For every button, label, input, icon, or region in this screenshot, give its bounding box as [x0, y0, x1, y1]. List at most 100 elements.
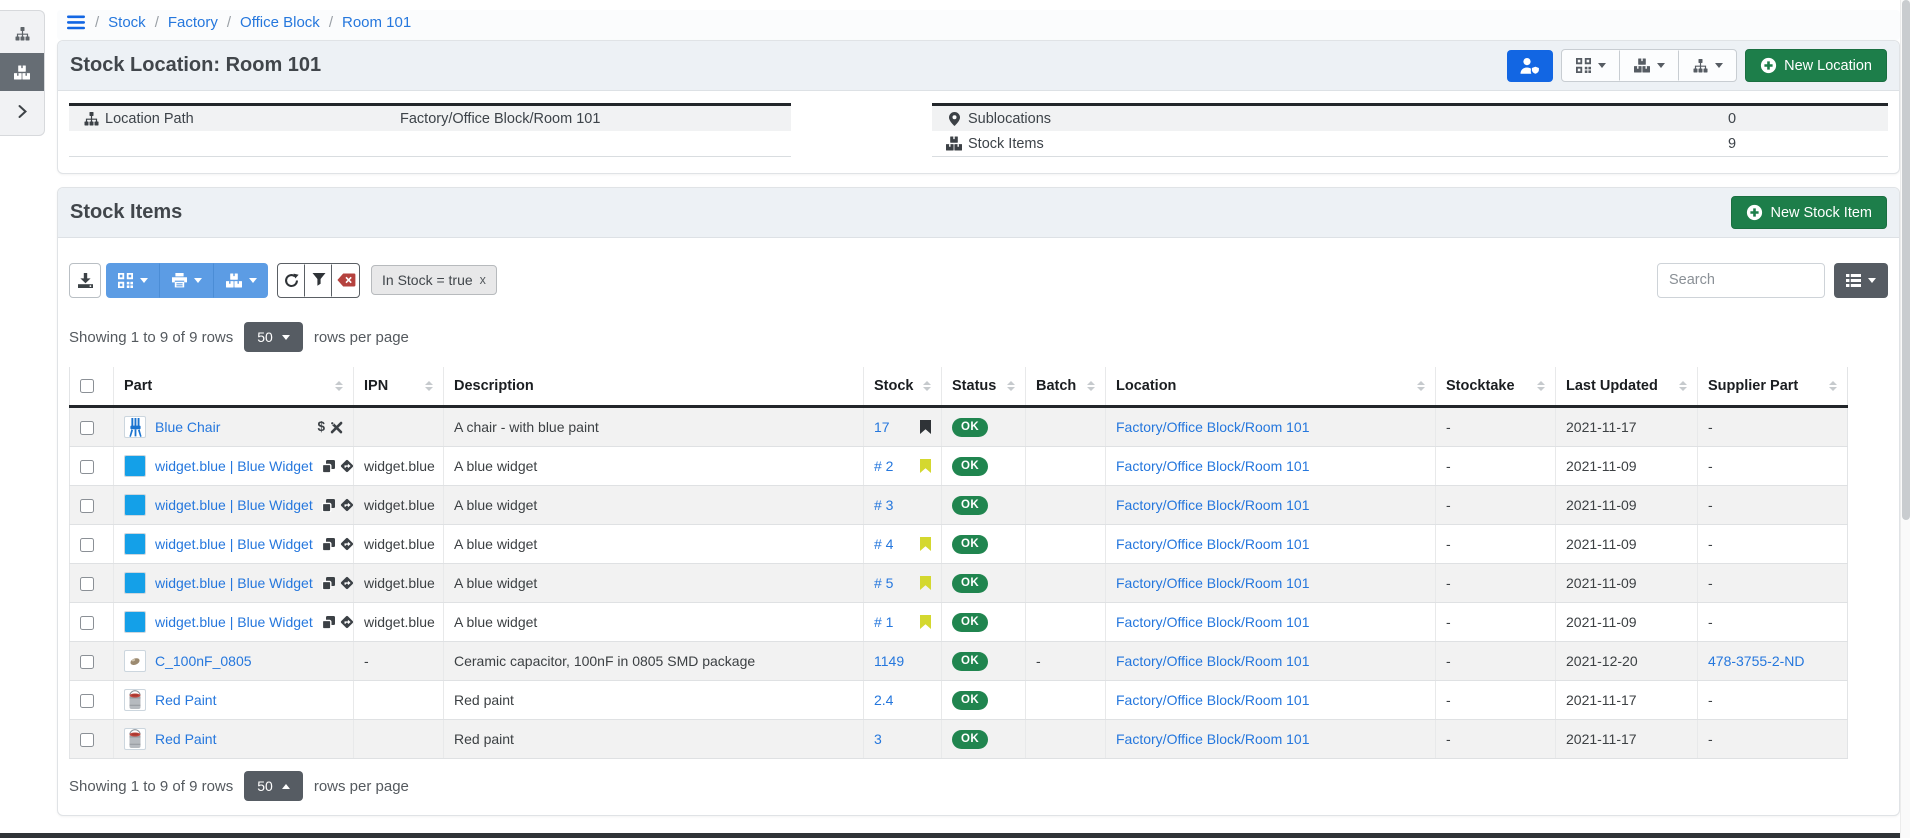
- sort-icon[interactable]: [1007, 381, 1015, 392]
- row-checkbox[interactable]: [80, 655, 94, 669]
- refresh-icon: [284, 273, 299, 288]
- select-cell: [70, 486, 114, 525]
- select-all-checkbox[interactable]: [80, 379, 94, 393]
- scrollbar-thumb[interactable]: [1902, 0, 1910, 520]
- column-header-part[interactable]: Part: [114, 367, 354, 407]
- part-link[interactable]: C_100nF_0805: [155, 653, 252, 669]
- breadcrumb-link[interactable]: Factory: [168, 14, 218, 31]
- stock-link[interactable]: 1149: [874, 653, 904, 669]
- scrollbar[interactable]: [1900, 0, 1910, 838]
- search-input[interactable]: [1657, 263, 1825, 298]
- admin-button[interactable]: [1507, 50, 1553, 82]
- part-link[interactable]: widget.blue | Blue Widget: [155, 497, 313, 513]
- new-stock-item-button[interactable]: New Stock Item: [1731, 196, 1887, 229]
- stock-link[interactable]: # 4: [874, 536, 893, 552]
- refresh-button[interactable]: [278, 264, 305, 297]
- page-size-dropdown[interactable]: 50: [244, 322, 303, 352]
- part-link[interactable]: widget.blue | Blue Widget: [155, 575, 313, 591]
- supplier-part-link[interactable]: 478-3755-2-ND: [1708, 653, 1805, 669]
- pagination-bottom: Showing 1 to 9 of 9 rows 50 rows per pag…: [69, 771, 1888, 801]
- column-header-batch[interactable]: Batch: [1026, 367, 1106, 407]
- column-header-stocktake[interactable]: Stocktake: [1436, 367, 1556, 407]
- page-size-dropdown[interactable]: 50: [244, 771, 303, 801]
- sort-icon[interactable]: [1537, 381, 1545, 392]
- location-actions-dropdown[interactable]: [1679, 50, 1736, 81]
- status-badge: OK: [952, 457, 988, 476]
- sort-icon[interactable]: [1417, 381, 1425, 392]
- column-header-status[interactable]: Status: [942, 367, 1026, 407]
- location-link[interactable]: Factory/Office Block/Room 101: [1116, 458, 1309, 474]
- row-checkbox[interactable]: [80, 577, 94, 591]
- row-checkbox[interactable]: [80, 460, 94, 474]
- part-attribute-icons: [322, 576, 354, 590]
- column-settings-dropdown[interactable]: [1834, 263, 1888, 298]
- new-location-button[interactable]: New Location: [1745, 49, 1887, 82]
- user-shield-icon: [1520, 58, 1540, 74]
- location-link[interactable]: Factory/Office Block/Room 101: [1116, 731, 1309, 747]
- stock-options-dropdown[interactable]: [214, 263, 268, 298]
- stock-link[interactable]: 2.4: [874, 692, 893, 708]
- column-header-ipn[interactable]: IPN: [354, 367, 444, 407]
- row-checkbox[interactable]: [80, 421, 94, 435]
- location-link[interactable]: Factory/Office Block/Room 101: [1116, 692, 1309, 708]
- print-actions-dropdown[interactable]: [160, 263, 214, 298]
- column-header-supplier-part[interactable]: Supplier Part: [1698, 367, 1848, 407]
- part-link[interactable]: Blue Chair: [155, 419, 220, 435]
- sidebar-item-stock[interactable]: [0, 53, 44, 91]
- location-link[interactable]: Factory/Office Block/Room 101: [1116, 653, 1309, 669]
- stock-link[interactable]: # 1: [874, 614, 893, 630]
- download-data-button[interactable]: [69, 263, 101, 298]
- column-header-location[interactable]: Location: [1106, 367, 1436, 407]
- part-attribute-icons: [322, 537, 354, 551]
- stock-link[interactable]: # 2: [874, 458, 893, 474]
- column-header-label: Description: [454, 378, 534, 394]
- stock-link[interactable]: # 3: [874, 497, 893, 513]
- row-checkbox[interactable]: [80, 538, 94, 552]
- part-link[interactable]: Red Paint: [155, 731, 216, 747]
- column-header-last-updated[interactable]: Last Updated: [1556, 367, 1698, 407]
- clear-filters-button[interactable]: [332, 264, 359, 297]
- row-checkbox[interactable]: [80, 616, 94, 630]
- breadcrumb-menu-icon[interactable]: [67, 15, 85, 30]
- part-attribute-icons: [322, 459, 354, 473]
- barcode-actions-dropdown[interactable]: [1562, 50, 1620, 81]
- row-checkbox[interactable]: [80, 499, 94, 513]
- part-link[interactable]: widget.blue | Blue Widget: [155, 614, 313, 630]
- filter-chip[interactable]: In Stock = true x: [371, 265, 497, 295]
- location-link[interactable]: Factory/Office Block/Room 101: [1116, 575, 1309, 591]
- location-link[interactable]: Factory/Office Block/Room 101: [1116, 497, 1309, 513]
- breadcrumb-link[interactable]: Stock: [108, 14, 146, 31]
- part-link[interactable]: widget.blue | Blue Widget: [155, 536, 313, 552]
- part-link[interactable]: widget.blue | Blue Widget: [155, 458, 313, 474]
- sort-icon[interactable]: [1679, 381, 1687, 392]
- column-header-stock[interactable]: Stock: [864, 367, 942, 407]
- barcode-actions-dropdown[interactable]: [106, 263, 160, 298]
- filter-chip-remove[interactable]: x: [480, 273, 486, 287]
- sidebar-expand-button[interactable]: [0, 91, 44, 131]
- stock-link[interactable]: 3: [874, 731, 882, 747]
- sort-icon[interactable]: [335, 381, 343, 392]
- row-checkbox[interactable]: [80, 733, 94, 747]
- location-link[interactable]: Factory/Office Block/Room 101: [1116, 419, 1309, 435]
- stock-actions-dropdown[interactable]: [1620, 50, 1679, 81]
- breadcrumb-link[interactable]: Office Block: [240, 14, 320, 31]
- column-header-description[interactable]: Description: [444, 367, 864, 407]
- row-checkbox[interactable]: [80, 694, 94, 708]
- stock-cell: 3: [864, 720, 942, 759]
- column-header-label: Stocktake: [1446, 378, 1515, 394]
- breadcrumb-link[interactable]: Room 101: [342, 14, 411, 31]
- location-link[interactable]: Factory/Office Block/Room 101: [1116, 536, 1309, 552]
- sidebar-item-location-tree[interactable]: [0, 15, 44, 53]
- sort-icon[interactable]: [1829, 381, 1837, 392]
- sort-icon[interactable]: [1087, 381, 1095, 392]
- stock-link[interactable]: 17: [874, 419, 890, 435]
- sort-icon[interactable]: [923, 381, 931, 392]
- part-link[interactable]: Red Paint: [155, 692, 216, 708]
- filter-button[interactable]: [305, 264, 332, 297]
- sort-icon[interactable]: [425, 381, 433, 392]
- last-updated-cell: 2021-11-09: [1556, 447, 1698, 486]
- stock-link[interactable]: # 5: [874, 575, 893, 591]
- status-cell: OK: [942, 486, 1026, 525]
- stock-cell: 17: [864, 407, 942, 447]
- location-link[interactable]: Factory/Office Block/Room 101: [1116, 614, 1309, 630]
